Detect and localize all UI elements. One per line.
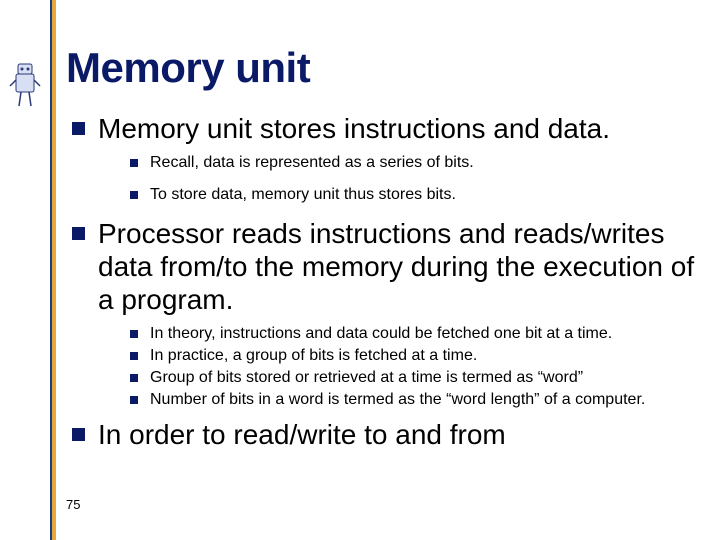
sub-bullet-text: Recall, data is represented as a series … [150, 153, 700, 173]
sub-bullet-text: Group of bits stored or retrieved at a t… [150, 368, 700, 388]
bullet-item: In order to read/write to and from [66, 418, 700, 451]
sub-bullet-item: Number of bits in a word is termed as th… [126, 390, 700, 410]
slide-title: Memory unit [66, 44, 700, 92]
main-bullet-list: Memory unit stores instructions and data… [66, 112, 700, 451]
bullet-text: Memory unit stores instructions and data… [98, 112, 700, 145]
sub-bullet-item: In practice, a group of bits is fetched … [126, 346, 700, 366]
sub-bullet-text: In theory, instructions and data could b… [150, 324, 700, 344]
robot-icon [8, 62, 42, 108]
slide-content: Memory unit Memory unit stores instructi… [66, 44, 700, 459]
sub-bullet-text: To store data, memory unit thus stores b… [150, 185, 700, 205]
bullet-text: Processor reads instructions and reads/w… [98, 217, 700, 316]
sub-bullet-item: Group of bits stored or retrieved at a t… [126, 368, 700, 388]
vertical-rule [50, 0, 56, 540]
sub-bullet-item: In theory, instructions and data could b… [126, 324, 700, 344]
page-number: 75 [66, 497, 80, 512]
sub-bullet-item: Recall, data is represented as a series … [126, 153, 700, 173]
bullet-item: Processor reads instructions and reads/w… [66, 217, 700, 410]
sub-bullet-text: Number of bits in a word is termed as th… [150, 390, 700, 410]
sub-bullet-text: In practice, a group of bits is fetched … [150, 346, 700, 366]
sub-bullet-item: To store data, memory unit thus stores b… [126, 185, 700, 205]
bullet-item: Memory unit stores instructions and data… [66, 112, 700, 205]
sub-bullet-list: In theory, instructions and data could b… [126, 324, 700, 410]
sub-bullet-list: Recall, data is represented as a series … [126, 153, 700, 205]
bullet-text: In order to read/write to and from [98, 418, 700, 451]
